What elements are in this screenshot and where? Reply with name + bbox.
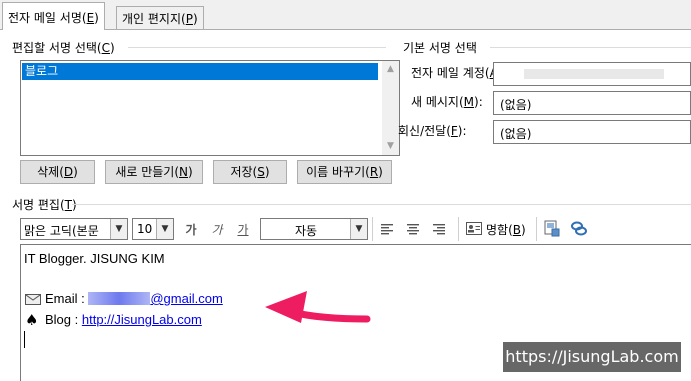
scroll-up-icon[interactable]: ▲ [382,61,399,78]
font-color-select[interactable]: 자동 ▼ [260,218,368,240]
email-line: Email : @gmail.com [45,291,223,306]
tab-personal-stationery[interactable]: 개인 편지지(P) [116,6,204,30]
align-left-icon[interactable] [380,222,394,236]
email-link[interactable]: @gmail.com [150,291,222,306]
align-right-icon[interactable] [432,222,446,236]
chevron-down-icon[interactable]: ▼ [156,219,173,239]
toolbar-separator [536,217,537,241]
new-signature-button[interactable]: 새로 만들기(N) [105,160,203,184]
watermark: https://JisungLab.com [503,342,681,372]
spade-icon: ♠ [25,311,39,329]
group-divider [72,204,691,205]
annotation-arrow-icon [265,291,371,323]
italic-button[interactable]: 가 [210,221,224,238]
insert-picture-icon[interactable] [544,220,560,237]
toolbar-separator [372,217,373,241]
new-messages-select[interactable]: (없음) [493,91,691,115]
scroll-down-icon[interactable]: ▼ [382,138,399,155]
envelope-icon [25,294,41,305]
blog-line: Blog : http://JisungLab.com [45,312,202,327]
save-button[interactable]: 저장(S) [213,160,287,184]
email-account-select[interactable] [493,62,691,86]
group-divider [490,47,691,48]
signature-list-item[interactable]: 블로그 [22,63,378,80]
chevron-down-icon[interactable]: ▼ [350,219,367,239]
select-signature-label: 편집할 서명 선택(C) [12,41,115,55]
tab-email-signature[interactable]: 전자 메일 서명(E) [2,2,105,30]
blog-link[interactable]: http://JisungLab.com [82,312,202,327]
font-size-select[interactable]: 10 ▼ [132,218,174,240]
text-cursor [24,331,25,348]
new-messages-label: 새 메시지(M): [411,95,483,109]
font-family-select[interactable]: 맑은 고딕(본문 ▼ [20,218,128,240]
signature-listbox[interactable]: 블로그 ▲ ▼ [20,60,400,156]
hyperlink-icon[interactable] [570,220,588,237]
business-card-icon [466,222,482,235]
edit-signature-label: 서명 편집(T) [12,198,77,212]
align-center-icon[interactable] [406,222,420,236]
listbox-scrollbar[interactable]: ▲ ▼ [382,61,399,155]
redacted-account [524,69,664,79]
replies-forwards-select[interactable]: (없음) [493,120,691,144]
replies-forwards-label: 회신/전달(F): [398,124,467,138]
default-signature-title: 기본 서명 선택 [403,41,477,55]
bold-button[interactable]: 가 [184,221,198,238]
rename-button[interactable]: 이름 바꾸기(R) [297,160,392,184]
toolbar-separator [458,217,459,241]
signature-line-title: IT Blogger. JISUNG KIM [24,251,165,266]
redacted-email [88,292,151,305]
delete-button[interactable]: 삭제(D) [20,160,95,184]
group-divider [128,47,386,48]
chevron-down-icon[interactable]: ▼ [110,219,127,239]
underline-button[interactable]: 가 [236,221,250,238]
business-card-button[interactable]: 명함(B) [466,219,532,239]
